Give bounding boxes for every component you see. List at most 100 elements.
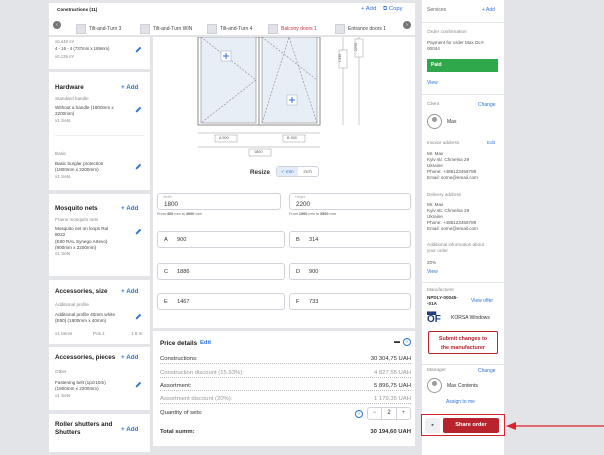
quantity-stepper[interactable]: − 2 +: [367, 407, 411, 420]
dim-field-f[interactable]: F 733: [289, 293, 411, 310]
accessories-size-pos: Pos.1: [93, 331, 105, 336]
view-payment-link[interactable]: View: [427, 80, 438, 86]
edit-pencil-icon[interactable]: [134, 227, 143, 236]
quantity-info-icon[interactable]: i: [355, 410, 363, 418]
roller-shutters-title: Roller shutters and Shutters: [55, 421, 113, 436]
accessories-pieces-group: Other: [55, 369, 67, 374]
mosquito-nets-card: Mosquito nets + Add Frame mosquito nets …: [49, 194, 150, 276]
glass-summary-card: x0.448 m² 4 - 16 - 4 (737mm x 189mm) x0.…: [49, 37, 150, 69]
add-construction-button[interactable]: + Add: [361, 6, 376, 12]
check-icon: ✓: [280, 169, 285, 174]
divider: [422, 282, 504, 283]
divider: [55, 135, 144, 136]
additional-info-title: Additional information about your order: [427, 242, 484, 253]
glass-area-2: x0.139 m²: [55, 54, 75, 59]
dim-label-b: B 900: [287, 136, 297, 140]
accessories-pieces-add-button[interactable]: + Add: [121, 354, 138, 361]
copy-button[interactable]: ⧉ Copy: [383, 6, 403, 13]
dim-label-total: 1800: [254, 150, 263, 154]
price-edit-button[interactable]: Edit: [200, 340, 211, 346]
delivery-address-title: Delivery address: [427, 192, 462, 197]
decrement-button[interactable]: −: [368, 408, 381, 419]
services-add-button[interactable]: + Add: [482, 7, 495, 13]
manufacturer-title: Manufacturer: [427, 287, 455, 292]
submit-changes-button[interactable]: Submit changes to the manufacturer: [428, 331, 498, 354]
unit-inch-button[interactable]: inch: [298, 167, 319, 176]
unit-toggle[interactable]: ✓ mm inch: [276, 166, 319, 177]
dim-field-d[interactable]: D 900: [289, 263, 411, 280]
manager-avatar: [427, 378, 442, 393]
mosquito-add-button[interactable]: + Add: [121, 205, 138, 212]
tab-scroll-right-icon[interactable]: ›: [403, 21, 411, 29]
roller-shutters-card: Roller shutters and Shutters + Add: [49, 414, 150, 452]
manager-name: Max Contents: [447, 383, 478, 389]
edit-pencil-icon[interactable]: [134, 312, 143, 321]
manager-change-button[interactable]: Change: [478, 368, 496, 374]
edit-pencil-icon[interactable]: [134, 162, 143, 171]
price-row-assortment-discount: Assortment discount (20%): 1 179,35 UAH: [160, 396, 411, 404]
hardware-card: Hardware + Add Standard handle Without a…: [49, 72, 150, 190]
assign-to-me-link[interactable]: Assign to me: [446, 399, 475, 405]
hardware-add-button[interactable]: + Add: [121, 84, 138, 91]
copy-icon: ⧉: [383, 6, 388, 12]
increment-button[interactable]: +: [397, 408, 410, 419]
tab-balcony-doors[interactable]: Balcony doors 1: [268, 21, 317, 36]
dim-field-c[interactable]: C 1886: [157, 263, 285, 280]
constructions-bar: Constructions (11) + Add ⧉ Copy ‹ Tilt-a…: [49, 3, 415, 35]
user-icon: [432, 381, 437, 386]
height-hint: From 1500 mm to 3500 mm: [289, 212, 336, 216]
client-change-button[interactable]: Change: [478, 102, 496, 108]
price-row-total: Total summ: 30 194,60 UAH: [160, 429, 411, 435]
edit-pencil-icon[interactable]: [134, 105, 143, 114]
discount-value: 20%: [427, 260, 437, 265]
unit-mm-button[interactable]: ✓ mm: [277, 167, 298, 176]
print-icon[interactable]: ▬: [394, 339, 400, 345]
tab-tilt-and-turn-3[interactable]: Tilt-and-Turn 3: [76, 21, 121, 36]
dim-label-a: A 900: [219, 136, 229, 140]
dim-field-e[interactable]: E 1467: [157, 293, 285, 310]
hardware-item-handle: Without a handle (1800mm x 2200mm) x1 Sets: [55, 105, 114, 123]
view-offer-link[interactable]: View offer: [471, 298, 493, 304]
window-thumb-icon: [268, 23, 278, 34]
tab-scroll-left-icon[interactable]: ‹: [53, 21, 61, 29]
mosquito-nets-title: Mosquito nets: [55, 205, 98, 212]
height-field[interactable]: Height 2200: [289, 193, 411, 210]
annotation-arrow: [506, 422, 604, 430]
korsa-logo: ▆▆▆ OF: [427, 311, 443, 326]
divider: [422, 364, 504, 365]
mosquito-group: Frame mosquito nets: [55, 217, 99, 222]
width-field[interactable]: Width 1800: [157, 193, 281, 210]
hardware-item-burglar: Basic burglar protection (1800mm x 2200mm…: [55, 161, 104, 179]
accessories-size-group: Additional profile: [55, 302, 89, 307]
chat-button[interactable]: ▪: [425, 418, 440, 433]
invoice-edit-button[interactable]: Edit: [487, 140, 495, 145]
roller-add-button[interactable]: + Add: [121, 426, 138, 433]
window-thumb-icon: [335, 23, 345, 34]
glass-spec: 4 - 16 - 4 (737mm x 189mm): [55, 46, 110, 51]
tab-entrance-doors[interactable]: Entrance doors 1: [335, 21, 386, 36]
client-title: Client: [427, 102, 440, 107]
price-details-title: Price details: [160, 340, 198, 347]
info-icon[interactable]: i: [403, 338, 411, 346]
accessories-size-item: Additional profile 40mm white (E60) (1800…: [55, 312, 116, 324]
edit-pencil-icon[interactable]: [134, 380, 143, 389]
manager-title: Manager: [427, 368, 446, 373]
price-row-construction-discount: Construction discount (15.93%): 4 827,55 …: [160, 370, 411, 378]
dim-field-a[interactable]: A 900: [157, 231, 285, 248]
edit-pencil-icon[interactable]: [134, 45, 143, 54]
accessories-size-add-button[interactable]: + Add: [121, 288, 138, 295]
accessories-size-title: Accessories, size: [55, 288, 108, 295]
view-additional-link[interactable]: View: [427, 269, 438, 275]
hardware-group-standard: Standard handle: [55, 96, 89, 101]
tab-tilt-and-turn-4[interactable]: Tilt-and-Turn 4: [207, 21, 252, 36]
dim-label-vertical-2: 2240: [354, 42, 359, 52]
tab-tilt-and-turn-win[interactable]: Tilt-and-Turn WIN: [140, 21, 192, 36]
dim-field-b[interactable]: B 314: [289, 231, 411, 248]
accessories-size-card: Accessories, size + Add Additional profi…: [49, 280, 150, 344]
dim-label-vertical-1: 1330: [338, 53, 343, 63]
payment-text: Payment for order Max DLY- 00044: [427, 40, 485, 52]
korsa-logo-text: OF: [427, 314, 441, 325]
price-row-assortment: Assortment: 5 896,75 UAH: [160, 383, 411, 391]
client-name: Max: [447, 119, 457, 125]
share-order-button[interactable]: Share order: [443, 418, 499, 433]
